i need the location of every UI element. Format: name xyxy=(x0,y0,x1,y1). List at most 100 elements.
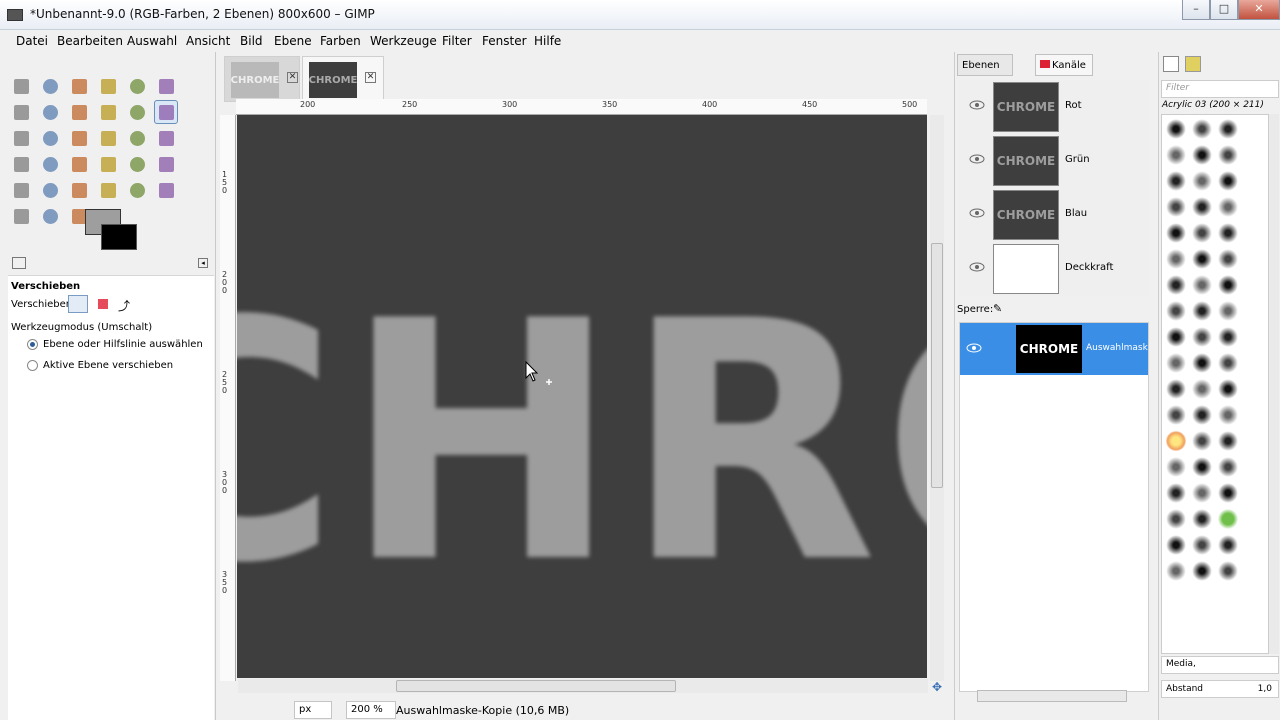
channel-row[interactable]: CHROME Grün xyxy=(959,134,1149,188)
eraser-tool-icon[interactable] xyxy=(38,178,62,202)
brush-preset-icon[interactable] xyxy=(1192,379,1212,399)
rotate-tool-icon[interactable] xyxy=(67,126,91,150)
move-layer-icon[interactable] xyxy=(68,295,88,313)
tab-channels[interactable]: Kanäle xyxy=(1035,54,1093,76)
color-picker-tool-icon[interactable] xyxy=(67,100,91,124)
move-path-icon[interactable]: ⤴ xyxy=(118,297,130,314)
patterns-tab-icon[interactable] xyxy=(1185,56,1201,72)
brush-preset-icon[interactable] xyxy=(1166,535,1186,555)
spacing-field[interactable]: Abstand 1,0 xyxy=(1161,680,1279,698)
brush-preset-icon[interactable] xyxy=(1192,431,1212,451)
brush-preset-icon[interactable] xyxy=(1218,275,1238,295)
panel-menu-icon[interactable]: ◂ xyxy=(198,258,208,268)
brush-preset-icon[interactable] xyxy=(1192,405,1212,425)
vertical-scroll-thumb[interactable] xyxy=(931,243,943,488)
tab-layers[interactable]: Ebenen xyxy=(957,54,1013,76)
brush-preset-icon[interactable] xyxy=(1192,535,1212,555)
brush-preset-icon[interactable] xyxy=(1218,431,1238,451)
paths-tool-icon[interactable] xyxy=(38,100,62,124)
close-button[interactable]: ✕ xyxy=(1238,0,1280,20)
brush-preset-icon[interactable] xyxy=(1192,561,1212,581)
brush-preset-icon[interactable] xyxy=(1166,431,1186,451)
menu-ansicht[interactable]: Ansicht xyxy=(186,34,230,48)
cage-tool-icon[interactable] xyxy=(38,152,62,176)
brush-preset-icon[interactable] xyxy=(1218,561,1238,581)
brush-preset-icon[interactable] xyxy=(1218,509,1238,529)
brush-preset-icon[interactable] xyxy=(1166,353,1186,373)
brush-preset-icon[interactable] xyxy=(1192,145,1212,165)
perspective-clone-tool-icon[interactable] xyxy=(9,204,33,228)
brush-preset-icon[interactable] xyxy=(1192,301,1212,321)
vertical-ruler[interactable]: 1 5 0 2 0 0 2 5 0 3 0 0 3 5 0 xyxy=(220,115,236,681)
brush-preset-icon[interactable] xyxy=(1166,405,1186,425)
brush-preset-icon[interactable] xyxy=(1218,353,1238,373)
menu-farben[interactable]: Farben xyxy=(320,34,361,48)
channel-row[interactable]: CHROME Rot xyxy=(959,80,1149,134)
channels-scrollbar[interactable] xyxy=(977,690,1127,702)
brush-preset-icon[interactable] xyxy=(1218,171,1238,191)
brush-preset-icon[interactable] xyxy=(1166,483,1186,503)
brush-preset-icon[interactable] xyxy=(1192,327,1212,347)
channel-row[interactable]: CHROME Blau xyxy=(959,188,1149,242)
brush-preset-icon[interactable] xyxy=(1166,561,1186,581)
close-tab-icon[interactable]: ✕ xyxy=(287,72,298,83)
navigate-icon[interactable]: ✥ xyxy=(932,680,942,694)
brush-preset-icon[interactable] xyxy=(1166,249,1186,269)
fuzzy-select-tool-icon[interactable] xyxy=(96,74,120,98)
ink-tool-icon[interactable] xyxy=(96,178,120,202)
brush-preset-icon[interactable] xyxy=(1166,275,1186,295)
align-tool-icon[interactable] xyxy=(9,126,33,150)
brush-preset-icon[interactable] xyxy=(1218,145,1238,165)
clone-tool-icon[interactable] xyxy=(125,178,149,202)
brush-preset-icon[interactable] xyxy=(1218,249,1238,269)
menu-auswahl[interactable]: Auswahl xyxy=(127,34,177,48)
zoom-tool-icon[interactable] xyxy=(96,100,120,124)
brush-preset-icon[interactable] xyxy=(1218,327,1238,347)
selection-channel-row[interactable]: CHROME Auswahlmaske xyxy=(960,323,1148,375)
scale-tool-icon[interactable] xyxy=(96,126,120,150)
brush-preset-icon[interactable] xyxy=(1166,379,1186,399)
filter-input[interactable]: Filter xyxy=(1161,80,1279,98)
background-color[interactable] xyxy=(101,224,137,250)
visibility-eye-icon[interactable] xyxy=(969,262,985,272)
brush-preset-icon[interactable] xyxy=(1218,119,1238,139)
brushes-tab-icon[interactable] xyxy=(1163,56,1179,72)
radio-pick-layer[interactable] xyxy=(27,339,38,350)
brush-preset-icon[interactable] xyxy=(1166,223,1186,243)
measure-tool-icon[interactable] xyxy=(125,100,149,124)
brush-preset-icon[interactable] xyxy=(1166,171,1186,191)
visibility-eye-icon[interactable] xyxy=(969,154,985,164)
rect-select-tool-icon[interactable] xyxy=(9,74,33,98)
scissors-tool-icon[interactable] xyxy=(154,74,178,98)
minimize-button[interactable]: – xyxy=(1182,0,1210,20)
menu-werkzeuge[interactable]: Werkzeuge xyxy=(370,34,437,48)
menu-bearbeiten[interactable]: Bearbeiten xyxy=(57,34,123,48)
visibility-eye-icon[interactable] xyxy=(969,208,985,218)
brush-preset-icon[interactable] xyxy=(1192,249,1212,269)
radio-active-layer[interactable] xyxy=(27,360,38,371)
menu-fenster[interactable]: Fenster xyxy=(482,34,527,48)
bucket-fill-tool-icon[interactable] xyxy=(96,152,120,176)
ellipse-select-tool-icon[interactable] xyxy=(38,74,62,98)
menu-datei[interactable]: Datei xyxy=(16,34,48,48)
brush-preset-icon[interactable] xyxy=(1166,327,1186,347)
brush-preset-icon[interactable] xyxy=(1192,223,1212,243)
shear-tool-icon[interactable] xyxy=(125,126,149,150)
close-tab-icon[interactable]: ✕ xyxy=(365,72,376,83)
perspective-tool-icon[interactable] xyxy=(154,126,178,150)
flip-tool-icon[interactable] xyxy=(9,152,33,176)
move-tool-icon[interactable] xyxy=(154,100,178,124)
brush-preset-icon[interactable] xyxy=(1218,405,1238,425)
blend-tool-icon[interactable] xyxy=(125,152,149,176)
brush-preset-icon[interactable] xyxy=(1166,457,1186,477)
menu-ebene[interactable]: Ebene xyxy=(274,34,312,48)
brush-preset-icon[interactable] xyxy=(1218,457,1238,477)
brush-preset-icon[interactable] xyxy=(1192,119,1212,139)
paintbrush-tool-icon[interactable] xyxy=(9,178,33,202)
menu-filter[interactable]: Filter xyxy=(442,34,472,48)
brush-preset-icon[interactable] xyxy=(1192,353,1212,373)
brush-preset-icon[interactable] xyxy=(1192,509,1212,529)
text-tool-icon[interactable] xyxy=(67,152,91,176)
image-canvas[interactable]: CHROM xyxy=(237,115,927,678)
brush-preset-icon[interactable] xyxy=(1192,197,1212,217)
